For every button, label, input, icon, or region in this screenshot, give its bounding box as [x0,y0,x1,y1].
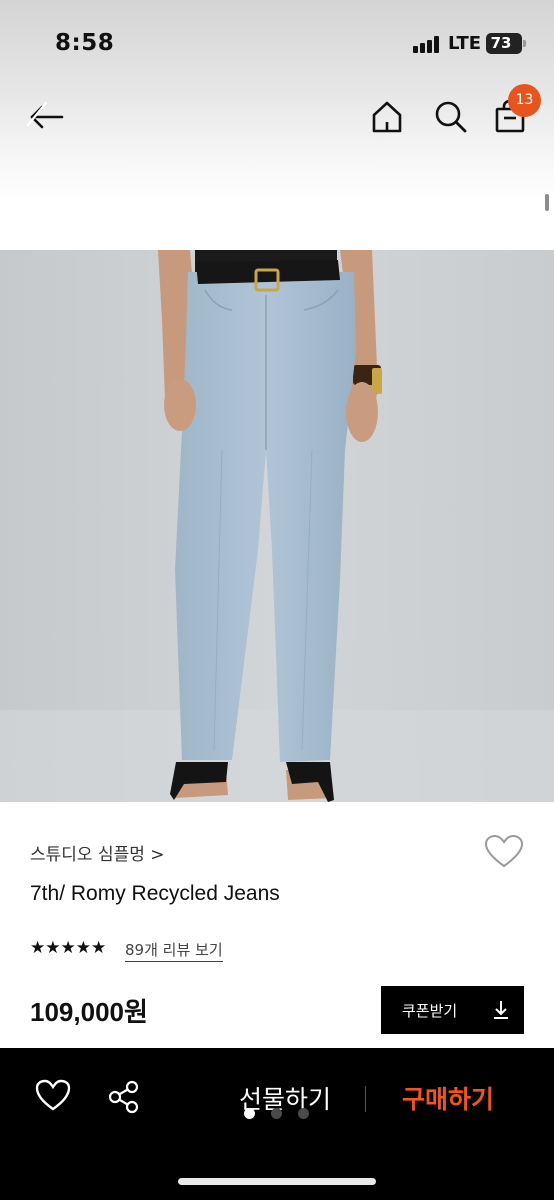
top-area: 8:58 LTE 73 13 [0,0,554,250]
home-indicator [178,1178,376,1185]
download-icon [490,999,512,1021]
product-name: 7th/ Romy Recycled Jeans [30,882,280,905]
search-icon[interactable] [432,98,470,136]
status-time: 8:58 [55,30,115,56]
carousel-dots [244,1108,314,1120]
product-image[interactable] [0,250,554,802]
review-link[interactable]: 89개 리뷰 보기 [125,939,223,962]
scrollbar[interactable] [545,194,549,211]
carousel-dot[interactable] [298,1108,309,1119]
buy-button[interactable]: 구매하기 [388,1080,508,1120]
rating-stars: ★★★★★ [30,938,107,958]
battery-level: 73 [490,34,512,52]
coupon-button[interactable]: 쿠폰받기 [381,986,524,1034]
status-bar: 8:58 LTE 73 [0,0,554,90]
battery-icon: 73 [486,33,526,54]
product-info: 스튜디오 심플멍 > 7th/ Romy Recycled Jeans ★★★★… [0,802,554,1048]
signal-icon [413,35,443,53]
heart-icon[interactable] [34,1078,72,1114]
back-arrow-icon[interactable] [22,97,66,137]
share-icon[interactable] [105,1078,143,1116]
network-label: LTE [448,33,482,54]
divider [365,1086,366,1112]
home-icon[interactable] [368,98,406,136]
carousel-dot[interactable] [244,1108,255,1119]
cart-count-badge: 13 [508,84,541,117]
coupon-label: 쿠폰받기 [402,1002,458,1020]
brand-link[interactable]: 스튜디오 심플멍 > [30,840,165,865]
carousel-dot[interactable] [271,1108,282,1119]
bottom-action-bar: 선물하기 구매하기 [0,1048,554,1200]
product-price: 109,000원 [30,997,148,1027]
heart-icon[interactable] [484,834,524,870]
